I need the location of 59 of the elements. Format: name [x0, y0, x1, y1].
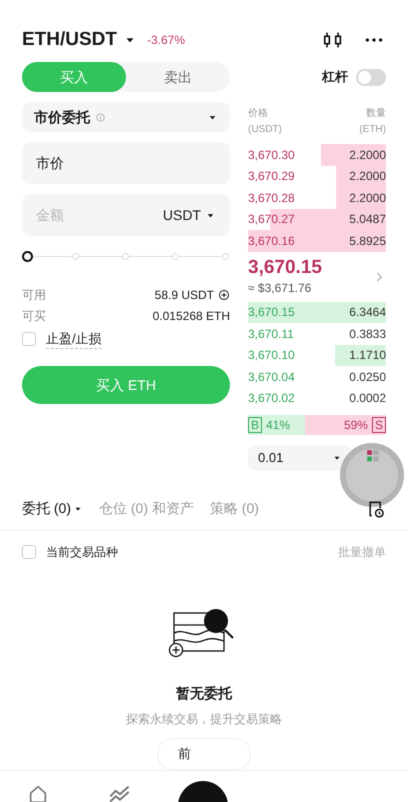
add-icon[interactable] [218, 288, 230, 300]
order-qty: 5.0487 [349, 212, 386, 226]
checkbox[interactable] [22, 545, 36, 559]
order-price[interactable]: 3,670.10 [248, 348, 295, 362]
order-qty: 0.3833 [349, 326, 386, 341]
buy-percent: 41% [266, 417, 290, 434]
orders-tab[interactable]: 委托 (0) [22, 498, 83, 519]
column-unit: (ETH) [359, 123, 386, 137]
column-header: 价格 [248, 106, 269, 121]
order-qty: 0.0250 [349, 370, 386, 384]
tp-sl-label[interactable]: 止盈/止损 [46, 328, 102, 350]
home-icon[interactable] [27, 783, 49, 802]
order-price[interactable]: 3,670.11 [248, 326, 294, 341]
leverage-toggle[interactable] [356, 68, 386, 86]
order-price[interactable]: 3,670.28 [248, 190, 295, 205]
precision-value: 0.01 [258, 449, 284, 468]
checkbox[interactable] [22, 332, 36, 346]
info-value: 0.015268 ETH [152, 308, 230, 324]
leverage-label: 杠杆 [322, 68, 348, 86]
amount-field[interactable]: 金额 USDT [22, 194, 230, 236]
amount-slider[interactable] [22, 250, 230, 264]
info-icon[interactable] [95, 112, 106, 122]
order-qty: 0.0002 [349, 391, 386, 406]
side-tab[interactable]: 卖出 [126, 62, 230, 92]
order-book-icon [366, 449, 380, 463]
column-header: 数量 [366, 107, 386, 121]
sell-badge: S [372, 417, 386, 433]
order-qty: 2.2000 [349, 190, 386, 205]
order-type-dropdown[interactable]: 市价委托 [22, 102, 230, 132]
info-label: 可买 [22, 308, 46, 324]
last-price: 3,670.15 [248, 256, 323, 278]
usd-price: ≈ $3,671.76 [248, 280, 312, 296]
order-qty: 2.2000 [349, 169, 386, 184]
order-price[interactable]: 3,670.02 [248, 391, 295, 406]
order-type-label: 市价委托 [34, 108, 90, 126]
order-price[interactable]: 3,670.30 [248, 148, 295, 162]
depth-bar [334, 344, 386, 366]
order-price[interactable]: 3,670.29 [248, 169, 295, 184]
order-price[interactable]: 3,670.16 [248, 234, 295, 248]
buy-badge: B [248, 417, 262, 433]
sell-percent: 59% [344, 417, 368, 434]
column-unit: (USDT) [248, 123, 282, 137]
order-qty: 1.1710 [349, 348, 386, 362]
info-label: 可用 [22, 286, 46, 304]
depth-bar [321, 144, 386, 166]
order-price[interactable]: 3,670.04 [248, 370, 295, 384]
price-field[interactable]: 市价 [22, 142, 230, 184]
order-qty: 6.3464 [349, 305, 386, 320]
unit-label[interactable]: USDT [162, 204, 201, 226]
pair-title[interactable]: ETH/USDT [22, 26, 117, 54]
order-qty: 2.2000 [349, 148, 386, 162]
precision-dropdown[interactable]: 0.01 [248, 445, 352, 471]
info-value: 58.9 USDT [154, 286, 214, 304]
empty-subtitle: 探索永续交易，提升交易策略 [126, 711, 282, 728]
filter-label[interactable]: 当前交易品种 [46, 543, 118, 561]
empty-title: 暂无委托 [176, 684, 232, 703]
price-change: -3.67% [147, 32, 186, 49]
order-qty: 5.8925 [349, 234, 386, 248]
order-price[interactable]: 3,670.27 [248, 212, 295, 226]
